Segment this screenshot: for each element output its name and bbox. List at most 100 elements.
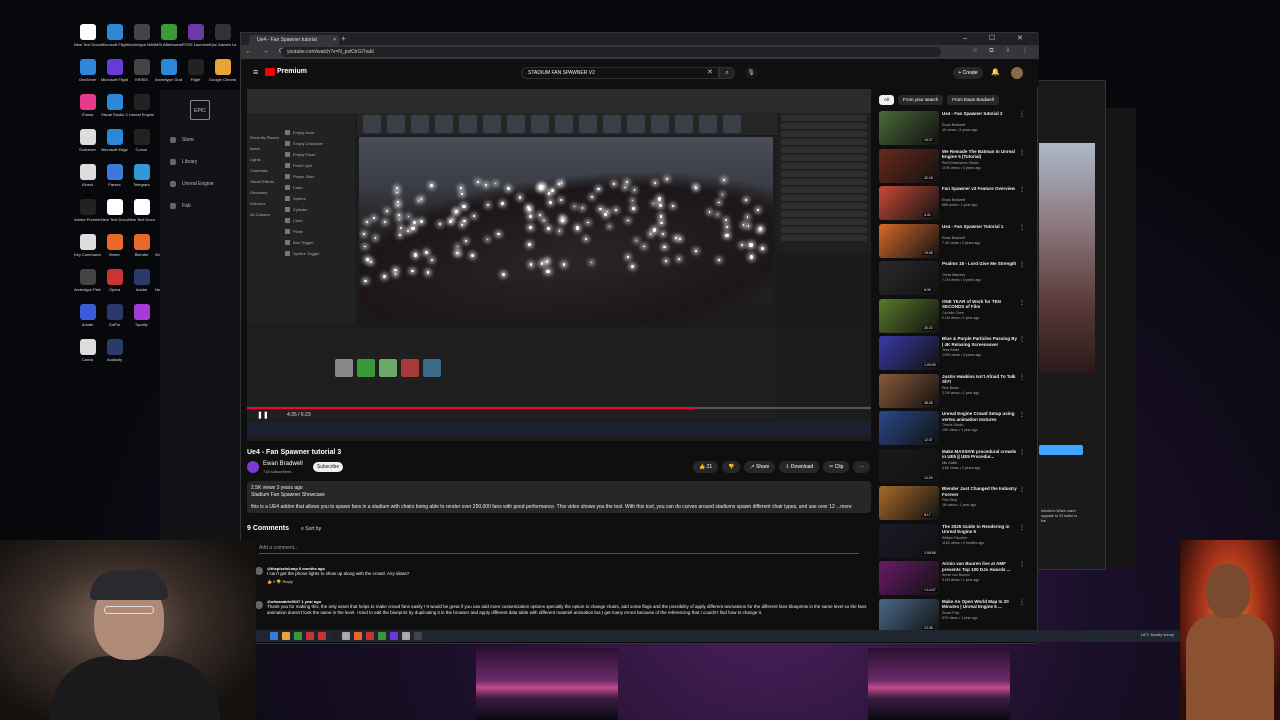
more-options-icon[interactable]: ⋮: [1019, 149, 1025, 156]
channel-name[interactable]: Ewan Bradwell: [263, 461, 303, 467]
mic-icon[interactable]: 🎙: [745, 67, 757, 79]
youtube-logo-icon[interactable]: [265, 68, 275, 76]
recommendation-title[interactable]: Make MASSIVE procedural crowds in UE5 ||…: [942, 449, 1018, 460]
epic-nav-fab[interactable]: Fab: [170, 200, 240, 212]
recommendation-item[interactable]: 8:17 Blender Just Changed the Industry Fo…: [879, 486, 1029, 522]
desktop-icon[interactable]: Epic Games Launcher: [209, 22, 236, 57]
outliner-row[interactable]: [781, 123, 867, 129]
more-options-icon[interactable]: ⋮: [1019, 111, 1025, 118]
desktop-icon[interactable]: Visual Studio Code: [101, 92, 128, 127]
recommendation-title[interactable]: ONE YEAR of Work for TEN SECONDS of Film: [942, 299, 1018, 310]
more-actions-button[interactable]: ⋯: [853, 461, 871, 473]
background-window[interactable]: tutorial to Which want I upgrade to V3 s…: [1036, 80, 1106, 570]
desktop-icon[interactable]: Opera: [101, 267, 128, 302]
clip-button[interactable]: ✂ Clip: [823, 461, 850, 473]
recommendation-channel[interactable]: Christ Warriors: [942, 273, 965, 277]
taskbar-app-icon[interactable]: [414, 632, 422, 640]
recommendation-channel[interactable]: Film Stop: [942, 498, 957, 502]
desktop-icon[interactable]: Parsec: [101, 162, 128, 197]
recommendation-title[interactable]: Unreal Engine Crowd Setup using vertex a…: [942, 411, 1018, 422]
recommendation-channel[interactable]: Ewan Bradwell: [942, 123, 965, 127]
recommendation-item[interactable]: 12:20 Make MASSIVE procedural crowds in U…: [879, 448, 1029, 485]
desktop-icon[interactable]: MSI Afterburner: [155, 22, 182, 57]
ue-actor-item[interactable]: Box Trigger: [247, 237, 355, 248]
ue-tool-icon[interactable]: [531, 115, 549, 133]
youtube-logo-text[interactable]: Premium: [277, 68, 307, 75]
taskbar-app-icon[interactable]: [366, 632, 374, 640]
outliner-row[interactable]: [781, 235, 867, 241]
taskbar-app-icon[interactable]: [390, 632, 398, 640]
desktop-icon[interactable]: Telegram: [128, 162, 155, 197]
video-player[interactable]: Recently Placed Basic Lights Cinematic Visua…: [247, 89, 871, 441]
recommendation-title[interactable]: Ue4 - Fan Spawner tutorial 2: [942, 111, 1018, 117]
subscribe-button[interactable]: Subscribe: [313, 462, 343, 472]
outliner-row[interactable]: [781, 131, 867, 137]
recommendation-channel[interactable]: Ewan Bradwell: [942, 198, 965, 202]
tab-close-icon[interactable]: ×: [333, 35, 336, 45]
recommendation-item[interactable]: 19:26 Ue4 - Fan Spawner Tutorial 1 Ewan Br…: [879, 223, 1029, 260]
avatar[interactable]: [1011, 67, 1023, 79]
download-button[interactable]: ⇩ Download: [779, 461, 820, 473]
ue-tool-icon[interactable]: [435, 115, 453, 133]
outliner-row[interactable]: [781, 163, 867, 169]
recommendation-title[interactable]: Blue & Purple Particles Passing By | 4K …: [942, 336, 1018, 347]
desktop-icon[interactable]: Adobe: [128, 267, 155, 302]
recommendation-item[interactable]: 1:14:47 Armin van Buuren live at AMF pres…: [879, 561, 1029, 597]
outliner-row[interactable]: [781, 139, 867, 145]
desktop-icon[interactable]: Cursor: [128, 127, 155, 162]
recommendation-item[interactable]: 19:27 Ue4 - Fan Spawner tutorial 2 Ewan Br…: [879, 111, 1029, 147]
more-options-icon[interactable]: ⋮: [1019, 524, 1025, 531]
epic-logo[interactable]: EPIC: [190, 100, 210, 120]
recommendation-item[interactable]: 6:39 Psalms 18 - Lord Give Me Strength Chr…: [879, 261, 1029, 297]
desktop-icon[interactable]: Canva: [74, 337, 101, 372]
more-options-icon[interactable]: ⋮: [1019, 224, 1025, 231]
ue-actor-item[interactable]: Sphere: [247, 193, 355, 204]
outliner-row[interactable]: [781, 115, 867, 121]
chip-all[interactable]: All: [879, 95, 895, 105]
ue-tool-icon[interactable]: [411, 115, 429, 133]
desktop-icon[interactable]: Audacity: [101, 337, 128, 372]
more-options-icon[interactable]: ⋮: [1019, 299, 1025, 306]
recommendation-title[interactable]: Justin Hawkins Isn't Afraid To Talk Sh*t: [942, 374, 1018, 385]
ue-tool-icon[interactable]: [363, 115, 381, 133]
url-input[interactable]: youtube.com/watch?v=N_pxK3rGl7w&t: [281, 47, 941, 57]
recommendation-item[interactable]: 30:23 ONE YEAR of Work for TEN SECONDS of…: [879, 298, 1029, 335]
taskbar-app-icon[interactable]: [402, 632, 410, 640]
recommendation-title[interactable]: Blender Just Changed the Industry Foreve…: [942, 486, 1018, 497]
ue-actor-item[interactable]: Sphere Trigger: [247, 248, 355, 259]
recommendation-channel[interactable]: Tharlis Studio: [942, 423, 963, 427]
outliner-row[interactable]: [781, 147, 867, 153]
more-options-icon[interactable]: ⋮: [1019, 449, 1025, 456]
pause-icon[interactable]: ❚❚: [257, 411, 269, 419]
ue-tool-icon[interactable]: [723, 115, 741, 133]
ue-tool-icon[interactable]: [387, 115, 405, 133]
recommendation-channel[interactable]: Rick Beato: [942, 386, 959, 390]
ue-tool-icon[interactable]: [651, 115, 669, 133]
outliner-row[interactable]: [781, 155, 867, 161]
recommendation-title[interactable]: We Remade The Batman In Unreal Engine 5 …: [942, 149, 1018, 160]
outliner-row[interactable]: [781, 195, 867, 201]
recommendation-title[interactable]: Fan Spawner v3 Feature Overview: [942, 186, 1018, 192]
ue-tool-icon[interactable]: [459, 115, 477, 133]
recommendation-channel[interactable]: Corridor Crew: [942, 311, 964, 315]
more-options-icon[interactable]: ⋮: [1019, 261, 1025, 268]
desktop-icon[interactable]: RTSS Launcher: [182, 22, 209, 57]
outliner-row[interactable]: [781, 227, 867, 233]
comment-avatar[interactable]: [255, 567, 263, 575]
ue-actor-item[interactable]: Cylinder: [247, 204, 355, 215]
outliner-row[interactable]: [781, 203, 867, 209]
epic-nav-library[interactable]: Library: [170, 156, 240, 168]
more-options-icon[interactable]: ⋮: [1019, 374, 1025, 381]
epic-nav-unreal-engine[interactable]: Unreal Engine: [170, 178, 240, 190]
desktop-icon[interactable]: GoPro: [101, 302, 128, 337]
desktop-icon[interactable]: Unreal Engine: [128, 92, 155, 127]
desktop-icon[interactable]: KRISIS: [128, 57, 155, 92]
recommendation-channel[interactable]: Jess Relax: [942, 348, 959, 352]
taskbar-app-icon[interactable]: [342, 632, 350, 640]
desktop-icon[interactable]: OneDrive: [74, 57, 101, 92]
taskbar-app-icon[interactable]: [282, 632, 290, 640]
outliner-row[interactable]: [781, 187, 867, 193]
share-button[interactable]: ↗ Share: [744, 461, 776, 473]
comment-avatar[interactable]: [255, 601, 263, 609]
taskbar-app-icon[interactable]: [270, 632, 278, 640]
